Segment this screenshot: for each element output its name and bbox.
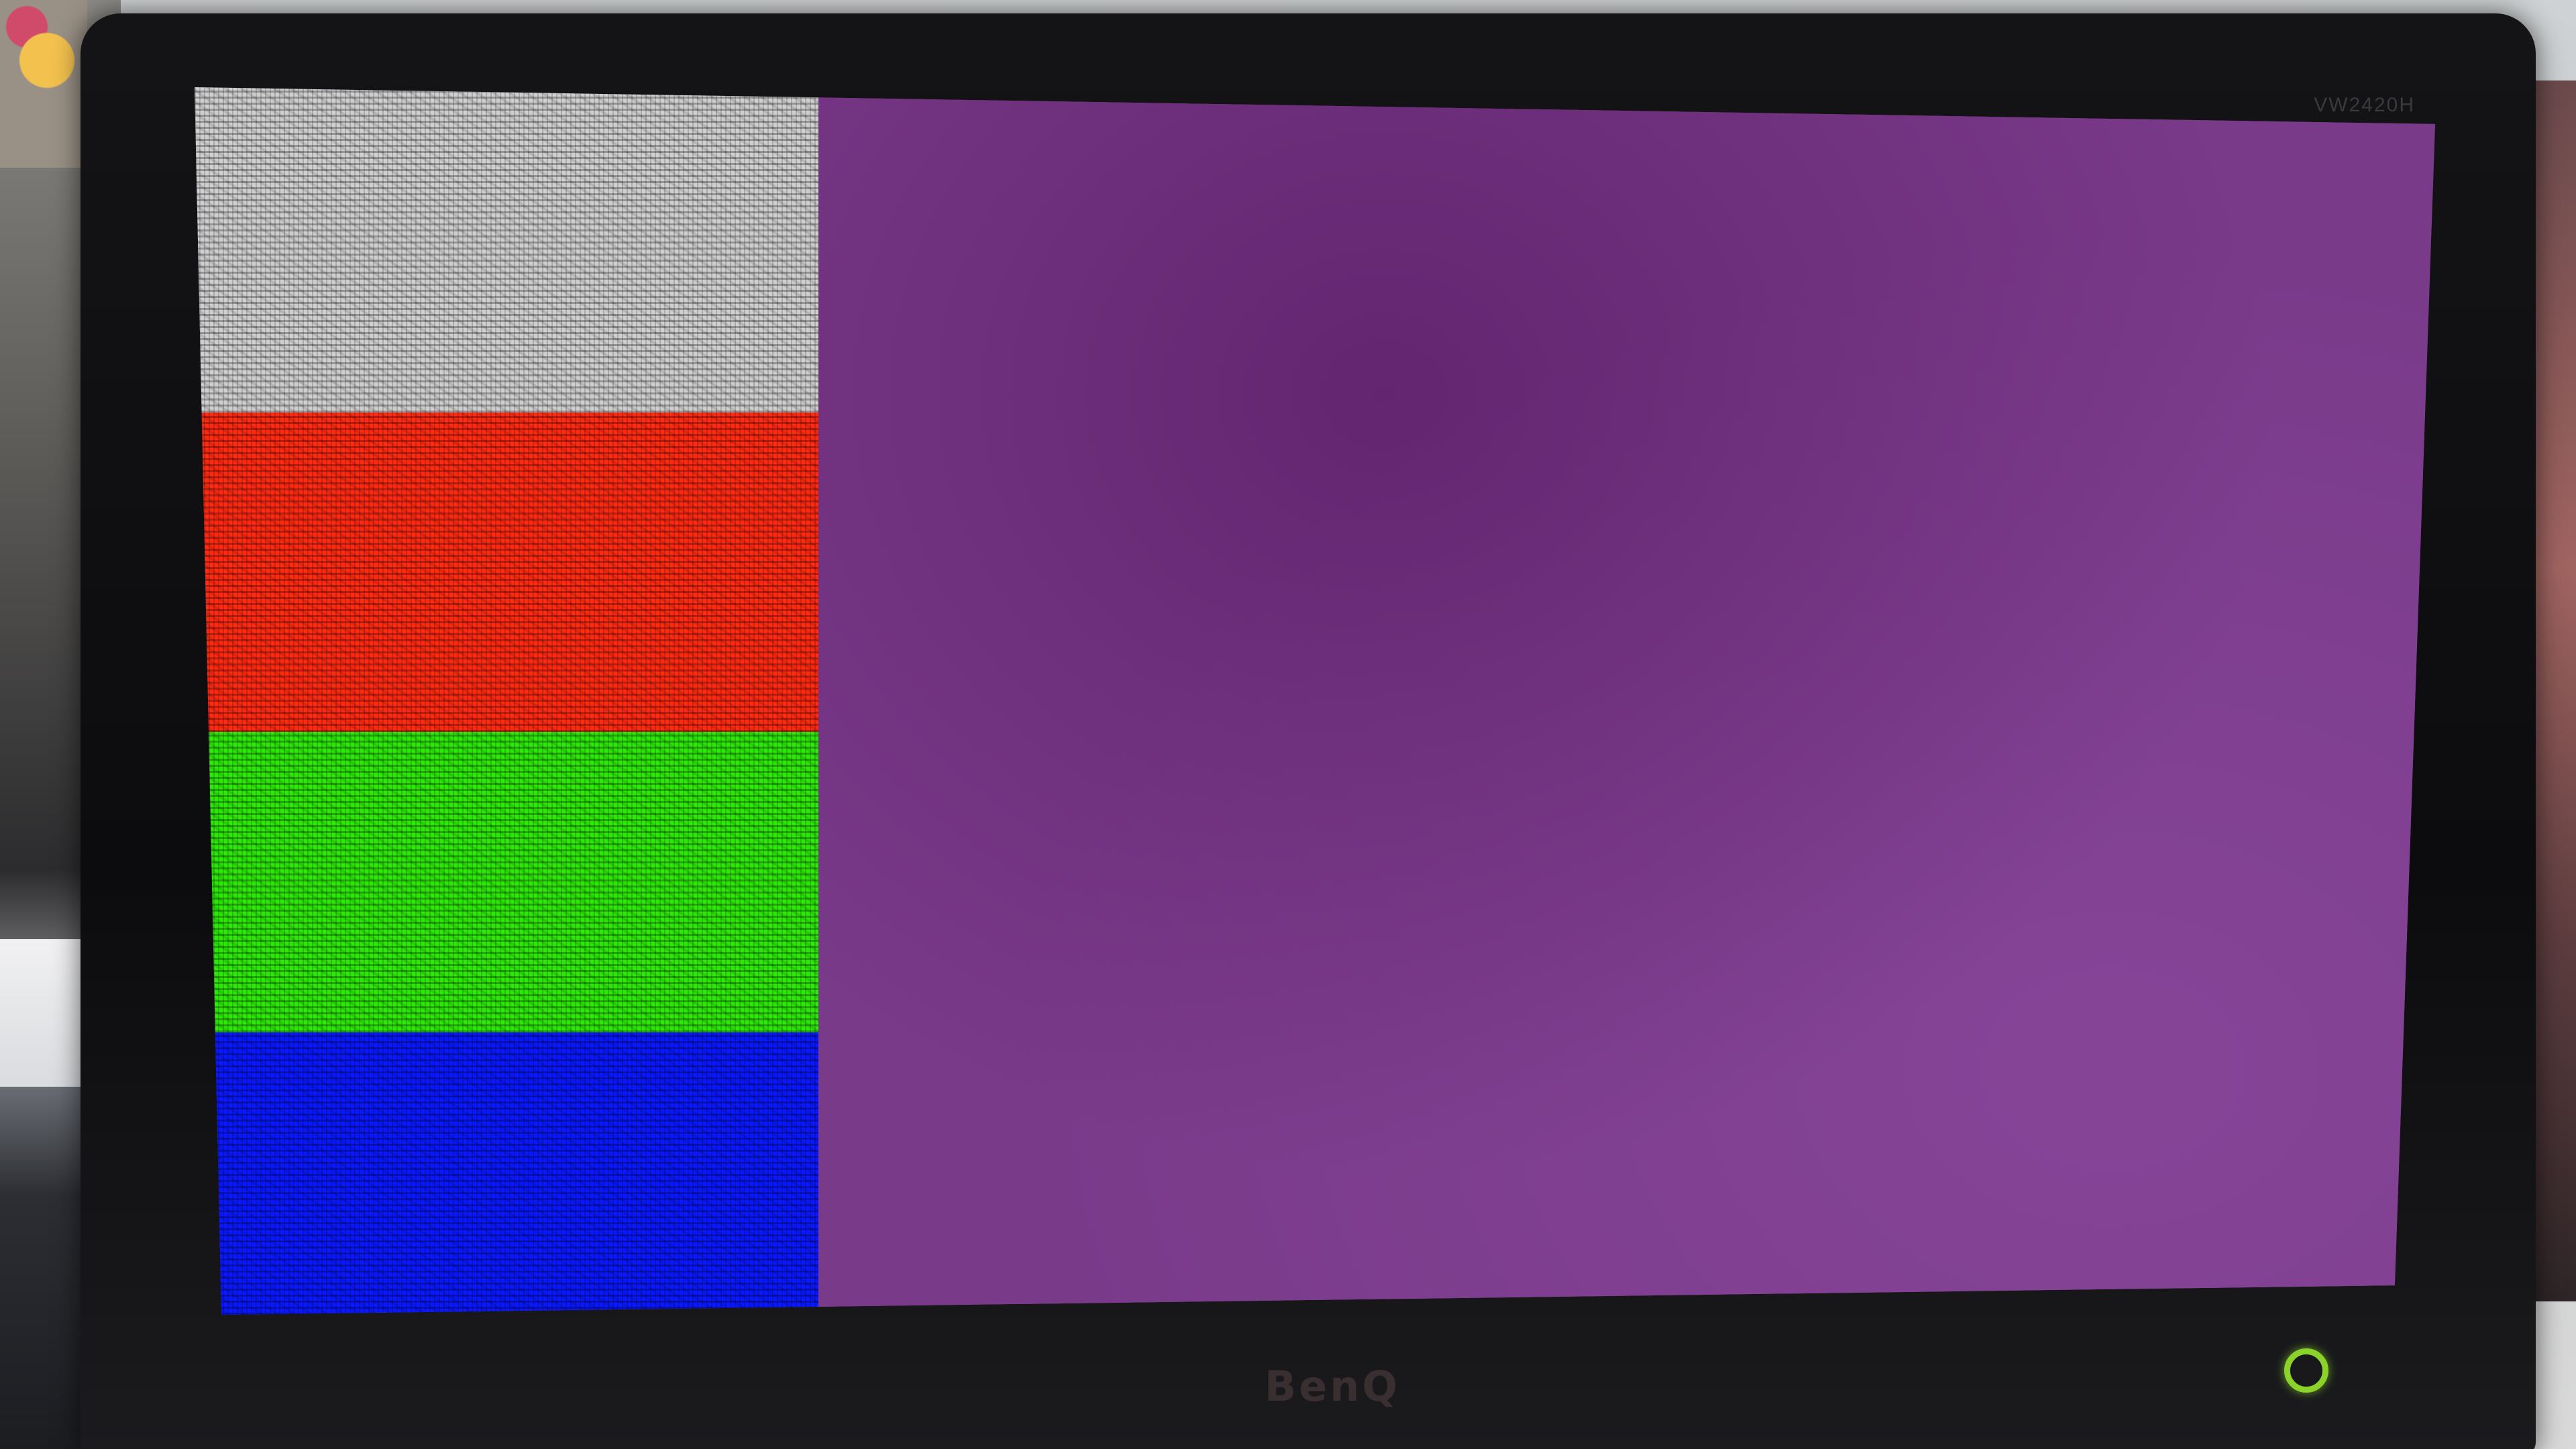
stripe-blue xyxy=(195,1032,818,1315)
figurine-decoration xyxy=(0,0,87,168)
stripe-red xyxy=(195,412,818,732)
photo-scene: 04 VW2420H BenQ xyxy=(0,0,2576,1449)
stripe-gray xyxy=(195,87,818,413)
brand-logo: BenQ xyxy=(1265,1362,1401,1411)
stripe-green xyxy=(195,731,818,1033)
monitor-model-label: VW2420H xyxy=(2314,94,2415,116)
power-led-icon[interactable] xyxy=(2284,1348,2328,1393)
color-test-stripes xyxy=(195,87,818,1315)
purple-screen-area xyxy=(818,87,2435,1315)
monitor-display xyxy=(195,87,2435,1315)
